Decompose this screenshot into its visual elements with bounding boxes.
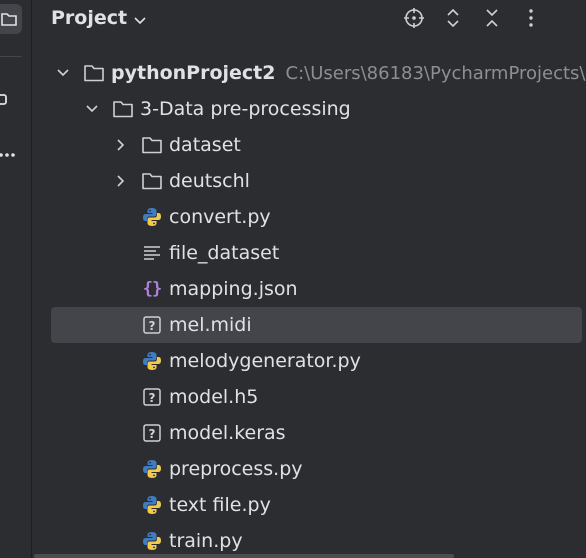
folder-name: 3-Data pre-processing (140, 98, 351, 120)
chevron-down-icon[interactable] (53, 63, 73, 83)
horizontal-scrollbar[interactable] (34, 554, 454, 558)
project-tool-window: Project pythonProject2 C:\Users\86183\Py… (0, 0, 586, 558)
project-tool-button[interactable] (0, 4, 22, 34)
tree-node-project-root[interactable]: pythonProject2 C:\Users\86183\PycharmPro… (32, 55, 586, 91)
file-name: melodygenerator.py (169, 350, 361, 372)
tree-node-file-dataset[interactable]: file_dataset (32, 235, 586, 271)
folder-icon (112, 98, 134, 120)
project-tree[interactable]: pythonProject2 C:\Users\86183\PycharmPro… (32, 55, 586, 558)
expand-all-button[interactable] (441, 6, 465, 30)
file-name: convert.py (169, 206, 271, 228)
collapse-all-icon (486, 9, 498, 27)
file-name: mapping.json (169, 278, 298, 300)
tool-window-title: Project (51, 7, 128, 29)
tool-window-strip (0, 0, 32, 558)
text-file-icon (141, 242, 163, 264)
tree-node-model-h5[interactable]: ? model.h5 (32, 379, 586, 415)
json-file-icon: {} (142, 279, 162, 299)
file-name: model.h5 (169, 386, 259, 408)
structure-tool-button[interactable] (0, 90, 12, 112)
svg-text:?: ? (149, 427, 156, 441)
svg-text:?: ? (149, 391, 156, 405)
file-name: file_dataset (169, 242, 280, 264)
python-file-icon (141, 206, 163, 228)
file-name: train.py (169, 530, 243, 552)
project-path: C:\Users\86183\PycharmProjects\ (285, 62, 586, 84)
tree-node-mel-midi[interactable]: ? mel.midi (32, 307, 586, 343)
chevron-right-icon[interactable] (111, 171, 131, 191)
more-options-button[interactable] (519, 6, 543, 30)
tree-node-preprocess-py[interactable]: preprocess.py (32, 451, 586, 487)
chevron-down-icon (133, 8, 147, 30)
file-name: deutschl (169, 170, 250, 192)
tree-node-convert-py[interactable]: convert.py (32, 199, 586, 235)
tree-node-dataset[interactable]: dataset (32, 127, 586, 163)
collapse-all-button[interactable] (480, 6, 504, 30)
tree-node-text-file-py[interactable]: text file.py (32, 487, 586, 523)
python-file-icon (141, 350, 163, 372)
expand-all-icon (447, 8, 459, 28)
svg-text:?: ? (149, 319, 156, 333)
chevron-down-icon[interactable] (82, 99, 102, 119)
project-view-selector[interactable]: Project (51, 6, 147, 30)
folder-icon (141, 170, 163, 192)
unknown-file-icon: ? (141, 386, 163, 408)
file-name: model.keras (169, 422, 286, 444)
tree-node-melodygenerator-py[interactable]: melodygenerator.py (32, 343, 586, 379)
locate-button[interactable] (402, 6, 426, 30)
file-name: dataset (169, 134, 241, 156)
folder-icon (1, 13, 17, 26)
tree-node-model-keras[interactable]: ? model.keras (32, 415, 586, 451)
chevron-right-icon[interactable] (111, 135, 131, 155)
more-horizontal-icon (0, 153, 15, 157)
more-tools-button[interactable] (0, 145, 16, 164)
file-name: mel.midi (169, 314, 252, 336)
python-file-icon (141, 458, 163, 480)
strip-divider (0, 56, 22, 57)
python-file-icon (141, 530, 163, 552)
folder-icon (141, 134, 163, 156)
more-options-icon (529, 9, 533, 27)
folder-icon (83, 62, 105, 84)
python-file-icon (141, 494, 163, 516)
unknown-file-icon: ? (141, 314, 163, 336)
structure-icon (0, 94, 7, 105)
tree-node-deutschl[interactable]: deutschl (32, 163, 586, 199)
file-name: text file.py (169, 494, 271, 516)
tree-node-folder[interactable]: 3-Data pre-processing (32, 91, 586, 127)
tree-node-train-py[interactable]: train.py (32, 523, 586, 558)
file-name: preprocess.py (169, 458, 303, 480)
project-name: pythonProject2 (111, 62, 276, 84)
tool-window-header: Project (32, 0, 586, 36)
tree-node-mapping-json[interactable]: {} mapping.json (32, 271, 586, 307)
unknown-file-icon: ? (141, 422, 163, 444)
locate-icon (404, 8, 424, 28)
